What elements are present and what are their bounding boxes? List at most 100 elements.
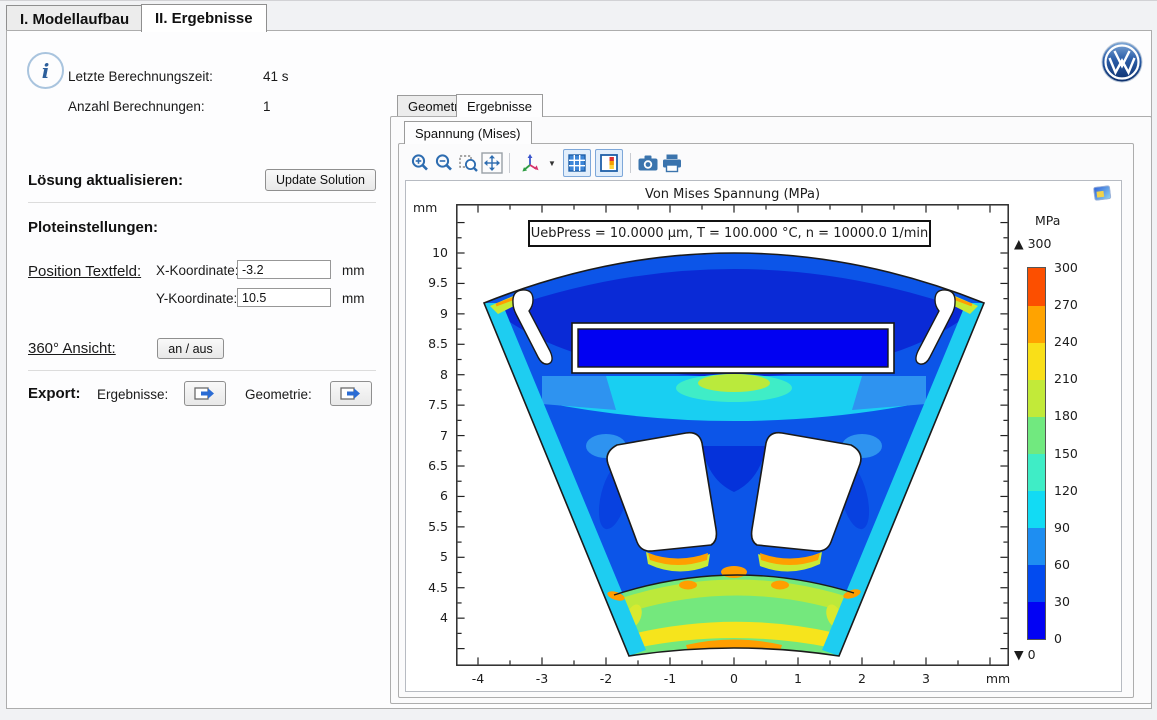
view-360-toggle-button[interactable]: an / aus bbox=[157, 338, 224, 359]
export-results-button[interactable] bbox=[184, 381, 226, 406]
position-textfield-label: Position Textfeld: bbox=[28, 263, 141, 280]
toolbar-separator bbox=[509, 153, 510, 173]
x-tick-label: -2 bbox=[591, 671, 621, 686]
colorbar-band bbox=[1028, 602, 1045, 640]
x-tick-label: -1 bbox=[655, 671, 685, 686]
zoom-out-icon bbox=[434, 153, 454, 173]
y-tick-label: 7 bbox=[410, 428, 448, 443]
export-results-label: Ergebnisse: bbox=[97, 387, 168, 402]
colorbar-band bbox=[1028, 305, 1045, 343]
graphics-area[interactable]: Von Mises Spannung (MPa) mm bbox=[405, 180, 1122, 692]
plot-annotation-box: UebPress = 10.0000 µm, T = 100.000 °C, n… bbox=[528, 220, 931, 247]
x-tick-label: -3 bbox=[527, 671, 557, 686]
y-tick-label: 9.5 bbox=[410, 275, 448, 290]
y-tick-label: 4 bbox=[410, 610, 448, 625]
computation-count-value: 1 bbox=[263, 99, 271, 114]
snapshot-button[interactable] bbox=[636, 151, 660, 175]
export-geometry-label: Geometrie: bbox=[245, 387, 312, 402]
colorbar-tick-label: 90 bbox=[1054, 520, 1070, 535]
app-window: I. Modellaufbau II. Ergebnisse i Letzte … bbox=[0, 0, 1157, 720]
y-tick-label: 6 bbox=[410, 488, 448, 503]
colorbar-tick-label: 60 bbox=[1054, 557, 1070, 572]
x-coordinate-unit: mm bbox=[342, 263, 365, 278]
last-computation-label: Letzte Berechnungszeit: bbox=[68, 69, 213, 84]
y-tick-label: 6.5 bbox=[410, 458, 448, 473]
tab-ergebnisse-label: II. Ergebnisse bbox=[155, 10, 253, 27]
y-tick-label: 9 bbox=[410, 306, 448, 321]
y-tick-label: 8.5 bbox=[410, 336, 448, 351]
toolbar-separator bbox=[630, 153, 631, 173]
colorbar-tick-label: 120 bbox=[1054, 483, 1078, 498]
tab-modellaufbau-label: I. Modellaufbau bbox=[20, 11, 129, 28]
x-axis-unit: mm bbox=[983, 671, 1013, 686]
x-tick-label: 3 bbox=[911, 671, 941, 686]
view-axes-button[interactable] bbox=[515, 151, 545, 175]
y-tick-label: 5.5 bbox=[410, 519, 448, 534]
y-tick-label: 4.5 bbox=[410, 580, 448, 595]
colorbar-tick-label: 30 bbox=[1054, 594, 1070, 609]
y-coordinate-label: Y-Koordinate: bbox=[156, 291, 237, 306]
zoom-out-button[interactable] bbox=[432, 151, 456, 175]
computation-count-label: Anzahl Berechnungen: bbox=[68, 99, 205, 114]
x-coordinate-label: X-Koordinate: bbox=[156, 263, 239, 278]
colorbar-tick-label: 0 bbox=[1054, 631, 1062, 646]
divider bbox=[28, 202, 376, 203]
chevron-down-icon: ▼ bbox=[548, 159, 556, 168]
colorbar-band bbox=[1028, 565, 1045, 603]
tab-ergebnisse[interactable]: II. Ergebnisse bbox=[141, 4, 267, 32]
colorbar-tick-label: 210 bbox=[1054, 371, 1078, 386]
zoom-box-button[interactable] bbox=[456, 151, 480, 175]
grid-toggle-button[interactable] bbox=[563, 149, 591, 177]
color-legend-toggle-button[interactable] bbox=[595, 149, 623, 177]
export-heading: Export: bbox=[28, 385, 81, 402]
colorbar-band bbox=[1028, 342, 1045, 380]
tab-results[interactable]: Ergebnisse bbox=[456, 94, 543, 117]
y-coordinate-unit: mm bbox=[342, 291, 365, 306]
graphics-toolbar: ▼ bbox=[408, 149, 684, 177]
colorbar bbox=[1028, 268, 1045, 639]
colorbar-tick-label: 180 bbox=[1054, 408, 1078, 423]
vw-logo bbox=[1100, 40, 1144, 89]
tab-spannung-mises[interactable]: Spannung (Mises) bbox=[404, 121, 532, 144]
colorbar-max-marker: ▲ 300 bbox=[1014, 236, 1051, 251]
view-axes-icon bbox=[519, 152, 541, 174]
colorbar-tick-label: 240 bbox=[1054, 334, 1078, 349]
export-geometry-button[interactable] bbox=[330, 381, 372, 406]
colorbar-band bbox=[1028, 416, 1045, 454]
colorbar-tick-label: 150 bbox=[1054, 446, 1078, 461]
tab-modellaufbau[interactable]: I. Modellaufbau bbox=[6, 5, 143, 33]
view-360-label: 360° Ansicht: bbox=[28, 340, 116, 357]
colorbar-band bbox=[1028, 528, 1045, 566]
print-button[interactable] bbox=[660, 151, 684, 175]
colorbar-tick-label: 300 bbox=[1054, 260, 1078, 275]
zoom-in-icon bbox=[410, 153, 430, 173]
plot-canvas[interactable] bbox=[456, 204, 1009, 666]
y-tick-label: 5 bbox=[410, 549, 448, 564]
update-solution-button[interactable]: Update Solution bbox=[265, 169, 376, 191]
x-tick-label: 0 bbox=[719, 671, 749, 686]
printer-icon bbox=[661, 153, 683, 173]
color-legend-icon bbox=[600, 154, 618, 172]
plot-thumbnail-icon[interactable] bbox=[1093, 185, 1112, 206]
update-solution-heading: Lösung aktualisieren: bbox=[28, 172, 183, 189]
y-tick-label: 8 bbox=[410, 367, 448, 382]
colorbar-band bbox=[1028, 454, 1045, 492]
x-tick-label: 1 bbox=[783, 671, 813, 686]
colorbar-tick-label: 270 bbox=[1054, 297, 1078, 312]
magnet-region bbox=[578, 329, 888, 367]
view-axes-dropdown[interactable]: ▼ bbox=[545, 151, 559, 175]
x-tick-label: -4 bbox=[463, 671, 493, 686]
zoom-extents-button[interactable] bbox=[480, 151, 504, 175]
y-tick-label: 10 bbox=[410, 245, 448, 260]
info-icon: i bbox=[27, 52, 64, 89]
colorbar-band bbox=[1028, 379, 1045, 417]
zoom-in-button[interactable] bbox=[408, 151, 432, 175]
export-icon bbox=[194, 385, 216, 402]
x-tick-label: 2 bbox=[847, 671, 877, 686]
x-coordinate-input[interactable] bbox=[237, 260, 331, 279]
grid-icon bbox=[568, 154, 586, 172]
zoom-extents-icon bbox=[481, 152, 503, 174]
y-coordinate-input[interactable] bbox=[237, 288, 331, 307]
tab-results-label: Ergebnisse bbox=[467, 99, 532, 114]
divider bbox=[28, 370, 376, 371]
